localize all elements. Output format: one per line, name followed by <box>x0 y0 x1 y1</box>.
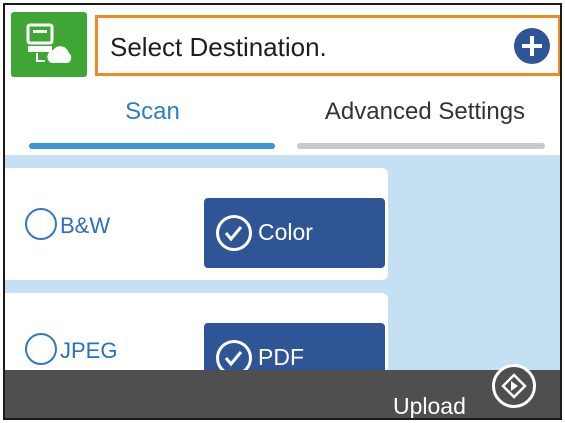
scan-to-cloud-icon[interactable] <box>11 12 87 77</box>
upload-label[interactable]: Upload <box>393 393 466 418</box>
color-option-button[interactable]: Color <box>204 198 385 268</box>
screen-frame: Select Destination. Scan Advanced Settin… <box>3 3 562 420</box>
tab-advanced-indicator <box>297 143 545 149</box>
scanner-cloud-glyph <box>26 23 72 63</box>
destination-field[interactable]: Select Destination. <box>95 15 560 76</box>
bottom-action-bar: Upload <box>5 370 560 418</box>
radio-unchecked-icon <box>25 333 57 365</box>
tab-scan-indicator <box>29 143 275 149</box>
color-mode-row: B&W Color <box>5 168 388 280</box>
pdf-label: PDF <box>258 344 304 370</box>
check-circle-icon <box>216 215 252 251</box>
tab-scan[interactable]: Scan <box>5 98 300 126</box>
bw-label: B&W <box>60 213 111 238</box>
tab-advanced-settings[interactable]: Advanced Settings <box>295 98 555 126</box>
start-button[interactable] <box>492 364 536 408</box>
settings-panel: B&W Color JPEG PDF <box>5 155 560 383</box>
tab-bar: Scan Advanced Settings <box>5 85 560 153</box>
color-label: Color <box>258 219 313 245</box>
plus-circle-icon <box>522 36 542 56</box>
start-diamond-icon <box>501 373 527 399</box>
jpeg-label: JPEG <box>60 338 118 363</box>
radio-unchecked-icon <box>25 208 57 240</box>
destination-placeholder: Select Destination. <box>110 32 327 62</box>
add-destination-button[interactable] <box>514 28 550 64</box>
